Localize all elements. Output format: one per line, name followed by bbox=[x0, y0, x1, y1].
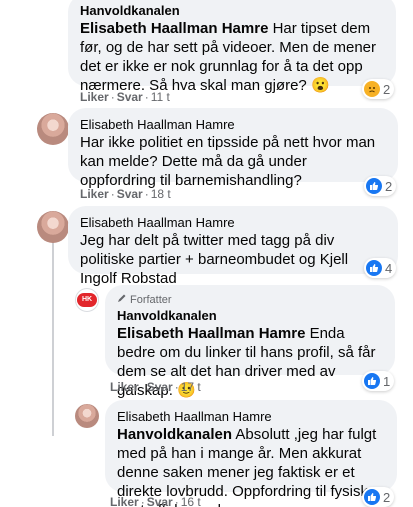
like-icon bbox=[364, 373, 380, 389]
comment-author[interactable]: Elisabeth Haallman Hamre bbox=[80, 116, 386, 133]
reply-link[interactable]: Svar bbox=[117, 90, 143, 104]
comment-bubble: Elisabeth Haallman Hamre Hanvoldkanalen … bbox=[105, 400, 397, 507]
reaction-count: 2 bbox=[385, 178, 393, 194]
avatar[interactable] bbox=[37, 113, 69, 145]
avatar[interactable] bbox=[75, 404, 99, 428]
mention-tag[interactable]: Elisabeth Haallman Hamre bbox=[117, 325, 305, 342]
reply-link[interactable]: Svar bbox=[147, 380, 173, 394]
reaction-summary[interactable]: 2 bbox=[364, 176, 397, 196]
comment-author[interactable]: Elisabeth Haallman Hamre bbox=[80, 214, 386, 231]
author-badge: Forfatter bbox=[117, 293, 383, 307]
reaction-summary[interactable]: 4 bbox=[364, 258, 397, 278]
reply-link[interactable]: Svar bbox=[117, 187, 143, 201]
mention-tag[interactable]: Elisabeth Haallman Hamre bbox=[80, 20, 268, 37]
comment-author[interactable]: Elisabeth Haallman Hamre bbox=[117, 408, 385, 425]
reaction-summary[interactable]: 2 bbox=[362, 487, 395, 507]
comment-author[interactable]: Hanvoldkanalen bbox=[117, 307, 383, 324]
comment-text: Jeg har delt på twitter med tagg på div … bbox=[80, 232, 349, 287]
pen-icon bbox=[117, 293, 127, 307]
avatar[interactable]: HK bbox=[75, 288, 99, 312]
comment-actions: Liker · Svar · 16 t bbox=[110, 495, 201, 507]
like-link[interactable]: Liker bbox=[110, 380, 139, 394]
comment-author[interactable]: Hanvoldkanalen bbox=[80, 2, 384, 19]
emoji: 😮 bbox=[310, 77, 330, 94]
mention-tag[interactable]: Hanvoldkanalen bbox=[117, 426, 232, 443]
like-link[interactable]: Liker bbox=[80, 187, 109, 201]
comment-text: Elisabeth Haallman Hamre Har tipset dem … bbox=[80, 20, 377, 94]
comment-bubble: Forfatter Hanvoldkanalen Elisabeth Haall… bbox=[105, 285, 395, 399]
avatar[interactable] bbox=[37, 211, 69, 243]
like-icon bbox=[364, 489, 380, 505]
comment-bubble: Elisabeth Haallman Hamre Jeg har delt på… bbox=[68, 206, 398, 287]
timestamp[interactable]: 17 t bbox=[181, 380, 201, 394]
reaction-count: 2 bbox=[383, 81, 391, 97]
thread-line bbox=[52, 236, 54, 436]
reaction-count: 2 bbox=[383, 489, 391, 505]
reaction-summary[interactable]: 1 bbox=[362, 371, 395, 391]
comment-actions: Liker · Svar · 11 t bbox=[80, 90, 170, 104]
comment-bubble: Hanvoldkanalen Elisabeth Haallman Hamre … bbox=[68, 0, 396, 94]
reaction-count: 4 bbox=[385, 260, 393, 276]
comment-text: Har ikke politiet en tipsside på nett hv… bbox=[80, 134, 376, 189]
like-link[interactable]: Liker bbox=[80, 90, 109, 104]
like-icon bbox=[366, 260, 382, 276]
like-link[interactable]: Liker bbox=[110, 495, 139, 507]
comment-actions: Liker · Svar · 17 t bbox=[110, 380, 201, 394]
reaction-count: 1 bbox=[383, 373, 391, 389]
logo-icon: HK bbox=[77, 293, 97, 307]
timestamp[interactable]: 16 t bbox=[181, 495, 201, 507]
timestamp[interactable]: 18 t bbox=[151, 187, 171, 201]
timestamp[interactable]: 11 t bbox=[151, 90, 170, 104]
sad-icon bbox=[364, 81, 380, 97]
comment-bubble: Elisabeth Haallman Hamre Har ikke politi… bbox=[68, 108, 398, 189]
comment-actions: Liker · Svar · 18 t bbox=[80, 187, 171, 201]
reaction-summary[interactable]: 2 bbox=[362, 79, 395, 99]
like-icon bbox=[366, 178, 382, 194]
reply-link[interactable]: Svar bbox=[147, 495, 173, 507]
